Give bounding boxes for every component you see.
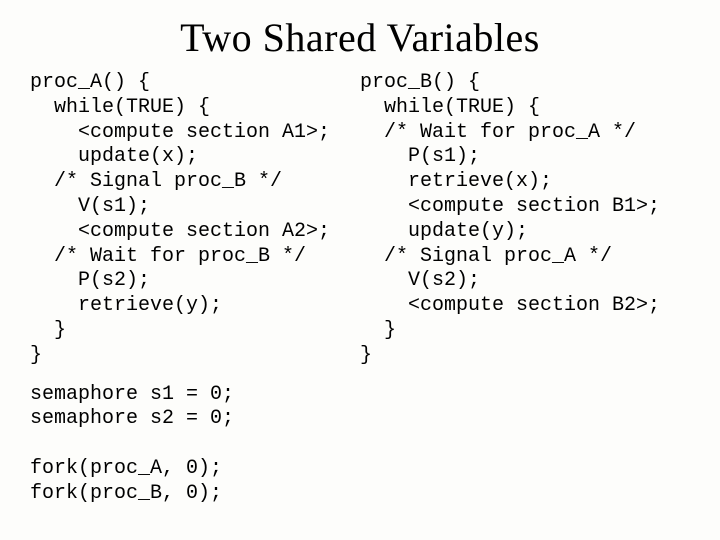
slide: Two Shared Variables proc_A() { while(TR… — [0, 0, 720, 540]
slide-title: Two Shared Variables — [30, 14, 690, 61]
right-column: proc_B() { while(TRUE) { /* Wait for pro… — [360, 71, 690, 369]
proc-a-code: proc_A() { while(TRUE) { <compute sectio… — [30, 71, 360, 369]
code-columns: proc_A() { while(TRUE) { <compute sectio… — [30, 71, 690, 369]
left-column: proc_A() { while(TRUE) { <compute sectio… — [30, 71, 360, 369]
proc-b-code: proc_B() { while(TRUE) { /* Wait for pro… — [360, 71, 690, 369]
footer-code: semaphore s1 = 0; semaphore s2 = 0; fork… — [30, 383, 690, 507]
